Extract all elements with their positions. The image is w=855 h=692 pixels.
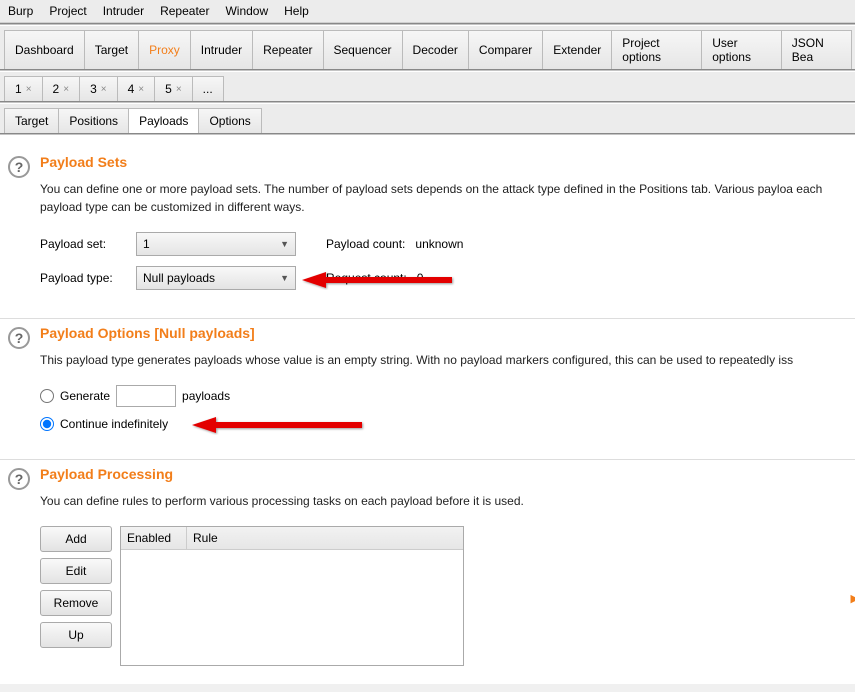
help-icon[interactable]: ? (8, 327, 30, 349)
request-count-value: 0 (417, 271, 424, 285)
chevron-down-icon: ▼ (280, 239, 289, 249)
payload-set-value: 1 (143, 237, 150, 251)
tab-intruder[interactable]: Intruder (190, 30, 253, 69)
section-payload-processing: ? Payload Processing You can define rule… (0, 460, 855, 684)
tab-target[interactable]: Target (84, 30, 139, 69)
menu-intruder[interactable]: Intruder (99, 2, 148, 20)
payload-type-label: Payload type: (40, 271, 126, 285)
payload-options-title: Payload Options [Null payloads] (40, 325, 847, 341)
top-tabs: DashboardTargetProxyIntruderRepeaterSequ… (0, 26, 855, 69)
payload-type-value: Null payloads (143, 271, 215, 285)
up-button[interactable]: Up (40, 622, 112, 648)
subtab-positions[interactable]: Positions (58, 108, 129, 133)
add-button[interactable]: Add (40, 526, 112, 552)
payload-type-combo[interactable]: Null payloads ▼ (136, 266, 296, 290)
tab-decoder[interactable]: Decoder (402, 30, 469, 69)
remove-button[interactable]: Remove (40, 590, 112, 616)
col-enabled[interactable]: Enabled (121, 527, 187, 549)
generate-input[interactable] (116, 385, 176, 407)
resize-handle-icon[interactable]: ▶ (851, 592, 855, 605)
generate-suffix: payloads (182, 389, 230, 403)
help-icon[interactable]: ? (8, 468, 30, 490)
tab-project-options[interactable]: Project options (611, 30, 702, 69)
payload-set-label: Payload set: (40, 237, 126, 251)
menu-help[interactable]: Help (280, 2, 313, 20)
close-icon[interactable]: × (101, 84, 107, 95)
subtab-payloads[interactable]: Payloads (128, 108, 199, 133)
sub-tabs: TargetPositionsPayloadsOptions (0, 104, 855, 133)
generate-radio[interactable] (40, 389, 54, 403)
tab-num-4[interactable]: 4× (117, 76, 156, 101)
generate-label: Generate (60, 389, 110, 403)
tab-num-2[interactable]: 2× (42, 76, 81, 101)
rules-table[interactable]: Enabled Rule (120, 526, 464, 666)
rule-buttons: Add Edit Remove Up (40, 526, 112, 648)
annotation-arrow (192, 415, 372, 435)
menu-repeater[interactable]: Repeater (156, 2, 213, 20)
close-icon[interactable]: × (26, 84, 32, 95)
payload-options-desc: This payload type generates payloads who… (40, 351, 847, 369)
payload-set-combo[interactable]: 1 ▼ (136, 232, 296, 256)
tab-sequencer[interactable]: Sequencer (323, 30, 403, 69)
close-icon[interactable]: × (176, 84, 182, 95)
tab-num-1[interactable]: 1× (4, 76, 43, 101)
num-tabs: 1×2×3×4×5×... (0, 72, 855, 101)
section-payload-options: ? Payload Options [Null payloads] This p… (0, 319, 855, 460)
chevron-down-icon: ▼ (280, 273, 289, 283)
continue-label: Continue indefinitely (60, 417, 168, 431)
close-icon[interactable]: × (138, 84, 144, 95)
payload-sets-title: Payload Sets (40, 154, 847, 170)
payload-count-value: unknown (415, 237, 463, 251)
help-icon[interactable]: ? (8, 156, 30, 178)
payload-count-label: Payload count: (326, 237, 405, 251)
edit-button[interactable]: Edit (40, 558, 112, 584)
request-count-label: Request count: (326, 271, 407, 285)
tab-extender[interactable]: Extender (542, 30, 612, 69)
menu-window[interactable]: Window (221, 2, 272, 20)
payload-sets-desc: You can define one or more payload sets.… (40, 180, 847, 216)
section-payload-sets: ? Payload Sets You can define one or mor… (0, 148, 855, 319)
menu-burp[interactable]: Burp (4, 2, 37, 20)
tab-json-bea[interactable]: JSON Bea (781, 30, 852, 69)
continue-radio[interactable] (40, 417, 54, 431)
tab-num-5[interactable]: 5× (154, 76, 193, 101)
close-icon[interactable]: × (63, 84, 69, 95)
tab-user-options[interactable]: User options (701, 30, 782, 69)
col-rule[interactable]: Rule (187, 527, 463, 549)
menubar: Burp Project Intruder Repeater Window He… (0, 0, 855, 23)
tab-num-3[interactable]: 3× (79, 76, 118, 101)
subtab-target[interactable]: Target (4, 108, 59, 133)
payload-processing-desc: You can define rules to perform various … (40, 492, 847, 510)
menu-project[interactable]: Project (45, 2, 90, 20)
subtab-options[interactable]: Options (198, 108, 261, 133)
tab-more[interactable]: ... (192, 76, 224, 101)
tab-proxy[interactable]: Proxy (138, 30, 191, 69)
tab-comparer[interactable]: Comparer (468, 30, 543, 69)
tab-repeater[interactable]: Repeater (252, 30, 323, 69)
tab-dashboard[interactable]: Dashboard (4, 30, 85, 69)
payload-processing-title: Payload Processing (40, 466, 847, 482)
